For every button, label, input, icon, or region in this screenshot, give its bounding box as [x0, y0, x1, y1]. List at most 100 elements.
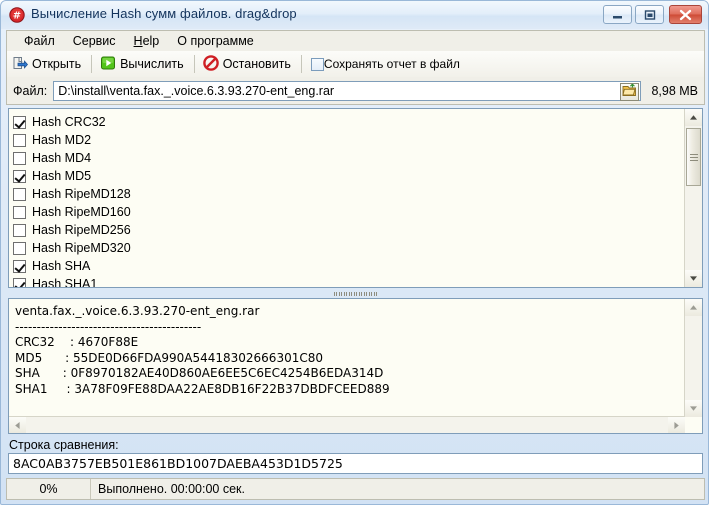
hash-list-item-checkbox[interactable]	[13, 241, 26, 255]
splitter-grip-icon	[333, 291, 378, 296]
hash-list-item-label: Hash CRC32	[32, 115, 106, 129]
application-window: # Вычисление Hash сумм файлов. drag&drop	[0, 0, 709, 505]
open-button[interactable]: Открыть	[7, 53, 88, 75]
hash-list-item-checkbox[interactable]	[13, 169, 26, 183]
hash-list-item-checkbox[interactable]	[13, 259, 26, 273]
hash-list-item[interactable]: Hash RipeMD160	[13, 203, 684, 221]
results-text[interactable]: venta.fax._.voice.6.3.93.270-ent_eng.rar…	[9, 299, 685, 417]
hash-list-item-checkbox[interactable]	[13, 151, 26, 165]
toolbar-separator-2	[193, 55, 195, 73]
hash-list-item-checkbox[interactable]	[13, 115, 26, 129]
hash-list-item-checkbox[interactable]	[13, 205, 26, 219]
file-path-value: D:\install\venta.fax._.voice.6.3.93.270-…	[58, 83, 335, 98]
hash-list-item-label: Hash RipeMD256	[32, 223, 131, 237]
compare-string-label: Строка сравнения:	[9, 438, 119, 452]
results-line: SHA1 : 3A78F09FE88DAA22AE8DB16F22B37DBDF…	[15, 381, 390, 396]
hash-algorithm-list[interactable]: Hash CRC32 Hash MD2 Hash MD4 Hash MD5 Hash R…	[9, 109, 684, 287]
hash-algorithm-list-panel: Hash CRC32 Hash MD2 Hash MD4 Hash MD5 Hash R…	[8, 108, 703, 288]
hash-list-scroll-thumb[interactable]	[686, 128, 701, 186]
hash-app-icon: #	[9, 7, 25, 23]
hash-list-item-label: Hash RipeMD160	[32, 205, 131, 219]
browse-button[interactable]	[620, 82, 640, 101]
results-line: ----------------------------------------…	[15, 319, 202, 334]
toolbar: Открыть Вычислить Остановить Сохранять о…	[6, 51, 705, 77]
stop-button[interactable]: Остановить	[198, 53, 298, 75]
status-message: Выполнено. 00:00:00 сек.	[98, 482, 245, 496]
stop-icon	[202, 54, 219, 74]
hash-list-item-checkbox[interactable]	[13, 277, 26, 287]
hash-list-item[interactable]: Hash RipeMD320	[13, 239, 684, 257]
stop-button-label: Остановить	[222, 57, 291, 71]
hash-list-item[interactable]: Hash RipeMD256	[13, 221, 684, 239]
menu-item-about-label: О программе	[177, 34, 254, 48]
hash-list-item-label: Hash MD5	[32, 169, 92, 183]
open-folder-icon	[12, 55, 29, 74]
toolbar-separator-3	[300, 55, 302, 73]
menu-item-help-label: elp	[142, 34, 160, 48]
menu-item-help-accel: H	[133, 34, 143, 48]
scroll-up-icon[interactable]	[685, 109, 702, 126]
svg-text:#: #	[13, 11, 21, 22]
calculate-button-label: Вычислить	[120, 57, 184, 71]
hash-list-item-checkbox[interactable]	[13, 133, 26, 147]
save-report-checkbox-label: Сохранять отчет в файл	[323, 57, 460, 71]
file-row: Файл: D:\install\venta.fax._.voice.6.3.9…	[6, 77, 705, 105]
results-horizontal-scrollbar[interactable]	[9, 416, 685, 433]
results-vertical-scrollbar[interactable]	[684, 299, 702, 417]
hash-list-item[interactable]: Hash SHA	[13, 257, 684, 275]
hash-list-item-checkbox[interactable]	[13, 223, 26, 237]
hash-list-item[interactable]: Hash SHA1	[13, 275, 684, 288]
hash-list-vertical-scrollbar[interactable]	[684, 109, 702, 287]
maximize-button[interactable]	[635, 5, 664, 24]
compare-string-value: 8AC0AB3757EB501E861BD1007DAEBA453D1D5725	[13, 456, 343, 471]
hash-list-item[interactable]: Hash MD4	[13, 149, 684, 167]
file-size: 8,98 MB	[651, 83, 698, 98]
scroll-down-icon[interactable]	[685, 400, 702, 417]
hash-list-item-label: Hash RipeMD320	[32, 241, 131, 255]
menu-item-help[interactable]: Help	[125, 32, 169, 50]
open-button-label: Открыть	[32, 57, 82, 71]
calculate-button[interactable]: Вычислить	[95, 53, 191, 75]
hash-list-item-label: Hash MD4	[32, 151, 92, 165]
close-button[interactable]	[669, 5, 702, 24]
hash-list-item-label: Hash SHA1	[32, 277, 98, 288]
title-bar[interactable]: # Вычисление Hash сумм файлов. drag&drop	[1, 1, 708, 29]
hash-list-item-label: Hash RipeMD128	[32, 187, 131, 201]
hash-list-item-label: Hash MD2	[32, 133, 92, 147]
toolbar-separator-1	[91, 55, 93, 73]
results-line: CRC32 : 4670F88E	[15, 335, 139, 350]
scroll-grip-icon	[689, 153, 698, 161]
scroll-up-icon[interactable]	[685, 299, 702, 316]
file-path-input[interactable]: D:\install\venta.fax._.voice.6.3.93.270-…	[53, 80, 642, 101]
hash-list-item[interactable]: Hash CRC32	[13, 113, 684, 131]
menu-bar: Файл Сервис Help О программе	[6, 30, 705, 51]
save-report-checkbox-box[interactable]	[310, 57, 324, 71]
minimize-button[interactable]	[603, 5, 632, 24]
results-panel: venta.fax._.voice.6.3.93.270-ent_eng.rar…	[8, 298, 703, 434]
results-line: SHA : 0F8970182AE40D860AE6EE5C6EC4254B6E…	[15, 366, 384, 381]
play-icon	[100, 55, 116, 74]
results-line: venta.fax._.voice.6.3.93.270-ent_eng.rar	[15, 304, 260, 318]
save-report-checkbox[interactable]: Сохранять отчет в файл	[305, 53, 466, 75]
hash-list-item[interactable]: Hash RipeMD128	[13, 185, 684, 203]
scroll-right-icon[interactable]	[668, 417, 685, 433]
open-folder-icon	[622, 83, 637, 100]
compare-string-input[interactable]: 8AC0AB3757EB501E861BD1007DAEBA453D1D5725	[8, 453, 703, 474]
menu-item-about[interactable]: О программе	[168, 32, 262, 50]
hash-list-item-label: Hash SHA	[32, 259, 91, 273]
progress-indicator: 0%	[7, 479, 91, 499]
file-label: Файл:	[13, 83, 48, 98]
panel-splitter[interactable]	[8, 289, 703, 298]
scroll-left-icon[interactable]	[9, 417, 26, 433]
progress-percent-label: 0%	[39, 482, 58, 496]
menu-item-service[interactable]: Сервис	[64, 32, 125, 50]
results-line: MD5 : 55DE0D66FDA990A54418302666301C80	[15, 350, 323, 365]
menu-item-file[interactable]: Файл	[15, 32, 64, 50]
status-bar: 0% Выполнено. 00:00:00 сек.	[6, 478, 705, 500]
hash-list-item[interactable]: Hash MD2	[13, 131, 684, 149]
hash-list-item-checkbox[interactable]	[13, 187, 26, 201]
hash-list-item[interactable]: Hash MD5	[13, 167, 684, 185]
menu-item-service-label: Сервис	[72, 34, 116, 48]
menu-item-file-label: Файл	[24, 34, 55, 48]
scroll-down-icon[interactable]	[685, 270, 702, 287]
